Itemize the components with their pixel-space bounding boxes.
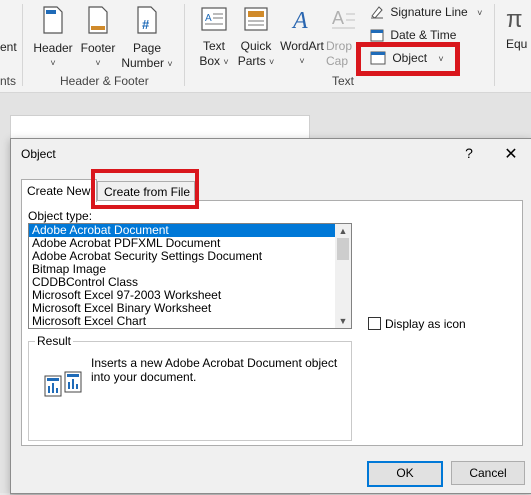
date-time-button[interactable]: Date & Time <box>370 28 456 42</box>
drop-cap-label-line2: Cap <box>326 54 349 68</box>
calendar-icon <box>370 28 384 42</box>
object-type-list[interactable]: Adobe Acrobat Document Adobe Acrobat PDF… <box>28 223 352 329</box>
footer-label: Footer <box>80 41 116 55</box>
header-button[interactable]: Header ˅ <box>30 6 76 71</box>
text-box-label-line1: Text <box>202 39 225 53</box>
date-time-label: Date & Time <box>390 28 457 42</box>
header-label: Header <box>33 41 73 55</box>
svg-text:A: A <box>332 8 344 28</box>
wordart-label: WordArt <box>280 39 324 53</box>
close-button[interactable]: ✕ <box>501 144 521 164</box>
display-as-icon-checkbox[interactable]: Display as icon <box>368 317 466 331</box>
pi-icon: π <box>506 6 523 33</box>
equation-button[interactable]: π Equ <box>506 6 531 52</box>
signature-line-button[interactable]: Signature Line ˅ <box>370 5 482 19</box>
signature-line-icon <box>370 5 384 19</box>
scroll-up-icon[interactable]: ▲ <box>335 224 351 238</box>
ribbon-divider <box>22 4 23 86</box>
quick-parts-icon <box>244 7 268 31</box>
ribbon-divider <box>184 4 185 86</box>
checkbox-box[interactable] <box>368 317 381 330</box>
text-box-button[interactable]: A Text Box ˅ <box>194 6 234 70</box>
ribbon-divider <box>494 4 495 86</box>
ribbon-cut-label-top: ent <box>0 40 17 54</box>
page-number-label-line1: Page <box>132 41 162 55</box>
object-highlight-box <box>356 42 460 76</box>
drop-cap-label-line1: Drop <box>326 39 353 53</box>
page-number-button[interactable]: # Page Number ˅ <box>120 6 174 72</box>
embedded-object-icon <box>44 371 82 397</box>
chevron-down-icon: ˅ <box>477 8 483 18</box>
header-icon <box>43 6 63 34</box>
tab-create-new[interactable]: Create New <box>21 179 97 202</box>
equation-label: Equ <box>506 37 528 51</box>
object-dialog: Object ? ✕ Create New Create from File O… <box>10 138 531 494</box>
quick-parts-label-line1: Quick <box>240 39 272 53</box>
display-as-icon-label: Display as icon <box>385 317 466 331</box>
object-type-label: Object type: <box>28 209 93 223</box>
footer-icon <box>88 6 108 34</box>
ribbon-cut-label-bottom: nts <box>0 74 17 88</box>
tab-panel: Object type: Adobe Acrobat Document Adob… <box>21 200 523 446</box>
scrollbar-thumb[interactable] <box>337 238 349 260</box>
help-button[interactable]: ? <box>459 145 479 161</box>
result-label: Result <box>35 334 74 348</box>
chevron-down-icon: ˅ <box>95 58 101 68</box>
text-box-label-line2: Box <box>199 54 221 68</box>
scroll-down-icon[interactable]: ▼ <box>335 314 351 328</box>
page-number-label-line2: Number <box>121 56 165 70</box>
drop-cap-button[interactable]: A Drop Cap <box>326 6 360 69</box>
chevron-down-icon: ˅ <box>167 59 173 69</box>
wordart-button[interactable]: A WordArt ˅ <box>278 6 326 69</box>
footer-button[interactable]: Footer ˅ <box>78 6 118 71</box>
text-box-icon: A <box>201 7 227 31</box>
list-item[interactable]: Microsoft Excel Chart <box>29 315 351 328</box>
chevron-down-icon: ˅ <box>223 57 229 67</box>
quick-parts-button[interactable]: Quick Parts ˅ <box>236 6 276 70</box>
dialog-title: Object <box>21 147 56 161</box>
create-from-file-highlight-box <box>91 169 199 209</box>
ribbon: ent nts Header ˅ Footer ˅ # Page Number … <box>0 0 531 93</box>
tab-create-new-label: Create New <box>27 184 91 198</box>
svg-text:A: A <box>291 8 308 32</box>
ok-button[interactable]: OK <box>367 461 443 487</box>
chevron-down-icon: ˅ <box>269 57 275 67</box>
cancel-button[interactable]: Cancel <box>451 461 525 485</box>
drop-cap-icon: A <box>332 8 355 29</box>
svg-text:A: A <box>205 13 212 24</box>
result-description: Inserts a new Adobe Acrobat Document obj… <box>91 356 338 384</box>
header-footer-group-label: Header & Footer <box>60 74 149 88</box>
result-group: Result Inserts a new Adobe Acrobat Docum… <box>28 334 352 441</box>
chevron-down-icon: ˅ <box>50 58 56 68</box>
list-scrollbar[interactable]: ▲ ▼ <box>335 224 351 328</box>
wordart-icon: A <box>291 8 308 34</box>
quick-parts-label-line2: Parts <box>237 54 266 68</box>
page-number-icon-glyph: # <box>142 17 150 32</box>
chevron-down-icon: ˅ <box>299 56 305 66</box>
signature-line-label: Signature Line <box>390 5 468 19</box>
text-group-label: Text <box>332 74 355 88</box>
